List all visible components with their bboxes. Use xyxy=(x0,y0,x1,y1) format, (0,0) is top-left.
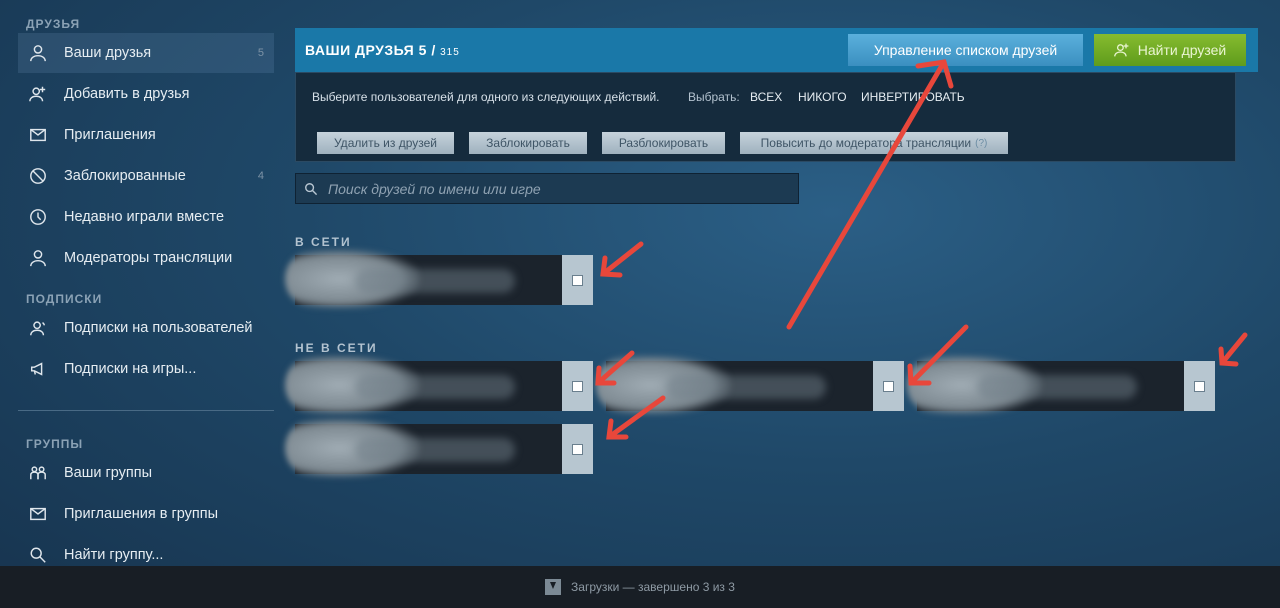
count-slash: / xyxy=(431,42,436,58)
select-label: Выбрать: xyxy=(688,90,740,104)
blurred-name xyxy=(977,375,1137,399)
downloads-bar[interactable]: Загрузки — завершено 3 из 3 xyxy=(0,566,1280,608)
person-icon xyxy=(28,43,48,63)
friend-select-checkbox[interactable] xyxy=(883,380,894,392)
offline-group-title: НЕ В СЕТИ xyxy=(295,341,378,355)
manage-actions-panel: Выберите пользователей для одного из сле… xyxy=(295,72,1236,162)
sidebar-item-label: Ваши группы xyxy=(64,465,153,481)
add-person-icon xyxy=(28,84,48,104)
sidebar-item-group-invites[interactable]: Приглашения в группы xyxy=(18,494,274,534)
friends-section-title: ДРУЗЬЯ xyxy=(26,17,81,31)
friends-header: ВАШИ ДРУЗЬЯ 5 / 315 Управление списком д… xyxy=(295,28,1258,72)
envelope-icon xyxy=(28,504,48,524)
sidebar-item-label: Приглашения xyxy=(64,127,156,143)
friend-tile[interactable] xyxy=(285,418,593,478)
block-button[interactable]: Заблокировать xyxy=(469,132,587,154)
find-friends-label: Найти друзей xyxy=(1137,42,1227,58)
sidebar-item-label: Модераторы трансляции xyxy=(64,250,233,266)
sidebar-item-invites[interactable]: Приглашения xyxy=(18,115,274,155)
blurred-name xyxy=(355,269,515,293)
sidebar-item-your-groups[interactable]: Ваши группы xyxy=(18,453,274,493)
friend-select-checkbox[interactable] xyxy=(572,443,583,455)
arrow-head xyxy=(606,418,629,440)
friend-tile[interactable] xyxy=(285,249,593,309)
unblock-button[interactable]: Разблокировать xyxy=(602,132,725,154)
sidebar-item-user-subs[interactable]: Подписки на пользователей xyxy=(18,308,274,348)
friend-select-checkbox[interactable] xyxy=(1194,380,1205,392)
sidebar: ДРУЗЬЯ Ваши друзья 5 Добавить в друзья П… xyxy=(0,0,276,566)
person-follow-icon xyxy=(28,318,48,338)
friend-tile[interactable] xyxy=(596,355,904,415)
sidebar-item-label: Приглашения в группы xyxy=(64,506,219,522)
sidebar-item-blocked[interactable]: Заблокированные 4 xyxy=(18,156,274,196)
find-friends-button[interactable]: Найти друзей xyxy=(1094,34,1246,66)
friend-select-area xyxy=(1184,361,1215,411)
envelope-icon xyxy=(28,125,48,145)
blurred-name xyxy=(355,438,515,462)
sidebar-item-recently-played[interactable]: Недавно играли вместе xyxy=(18,197,274,237)
friend-search-input[interactable] xyxy=(326,179,790,198)
select-invert-link[interactable]: ИНВЕРТИРОВАТЬ xyxy=(861,90,965,104)
sidebar-item-add-friend[interactable]: Добавить в друзья xyxy=(18,74,274,114)
sidebar-item-broadcast-moderators[interactable]: Модераторы трансляции xyxy=(18,238,274,278)
friend-search-box xyxy=(295,173,799,204)
downloads-status: Загрузки — завершено 3 из 3 xyxy=(571,580,735,594)
friend-select-area xyxy=(562,424,593,474)
online-group-title: В СЕТИ xyxy=(295,235,352,249)
arrow-head xyxy=(1218,346,1239,367)
search-icon xyxy=(28,545,48,565)
download-icon xyxy=(545,579,562,595)
blurred-name xyxy=(666,375,826,399)
arrow-head xyxy=(600,255,623,278)
megaphone-icon xyxy=(28,359,48,379)
select-all-link[interactable]: ВСЕХ xyxy=(750,90,782,104)
actions-hint: Выберите пользователей для одного из сле… xyxy=(312,90,660,104)
sidebar-item-game-subs[interactable]: Подписки на игры... xyxy=(18,349,274,389)
sidebar-item-label: Недавно играли вместе xyxy=(64,209,225,225)
help-icon[interactable]: (?) xyxy=(975,138,987,149)
sidebar-item-label: Ваши друзья xyxy=(64,45,152,61)
friend-tile[interactable] xyxy=(285,355,593,415)
manage-friends-list-button[interactable]: Управление списком друзей xyxy=(848,34,1083,66)
blocked-count: 4 xyxy=(257,170,264,182)
clock-icon xyxy=(28,207,48,227)
friend-select-checkbox[interactable] xyxy=(572,380,583,392)
friends-count: 5 xyxy=(257,47,264,59)
friend-tile[interactable] xyxy=(907,355,1215,415)
promote-label: Повысить до модератора трансляции xyxy=(760,136,972,150)
person-icon xyxy=(28,248,48,268)
sidebar-item-label: Найти группу... xyxy=(64,547,164,563)
sidebar-item-label: Подписки на пользователей xyxy=(64,320,253,336)
sidebar-item-your-friends[interactable]: Ваши друзья 5 xyxy=(18,33,274,73)
friend-select-area xyxy=(562,361,593,411)
group-icon xyxy=(28,463,48,483)
friend-count: 5 xyxy=(418,42,427,58)
sidebar-item-label: Добавить в друзья xyxy=(64,86,190,102)
title-text: ВАШИ ДРУЗЬЯ xyxy=(305,42,415,58)
sidebar-item-label: Заблокированные xyxy=(64,168,186,184)
groups-section-title: ГРУППЫ xyxy=(26,437,84,451)
subs-section-title: ПОДПИСКИ xyxy=(26,292,103,306)
blocked-icon xyxy=(28,166,48,186)
friend-select-area xyxy=(873,361,904,411)
remove-friend-button[interactable]: Удалить из друзей xyxy=(317,132,454,154)
page-title: ВАШИ ДРУЗЬЯ 5 / 315 xyxy=(305,42,460,58)
friend-limit: 315 xyxy=(440,47,460,58)
blurred-name xyxy=(355,375,515,399)
arrow-to-checkbox xyxy=(600,241,644,277)
add-person-icon xyxy=(1113,43,1129,57)
friend-select-area xyxy=(562,255,593,305)
friend-select-checkbox[interactable] xyxy=(572,274,583,286)
sidebar-item-label: Подписки на игры... xyxy=(64,361,197,377)
sidebar-divider xyxy=(18,410,274,411)
arrow-to-checkbox xyxy=(1219,332,1248,366)
promote-moderator-button[interactable]: Повысить до модератора трансляции (?) xyxy=(740,132,1008,154)
search-icon xyxy=(305,182,318,195)
select-none-link[interactable]: НИКОГО xyxy=(798,90,847,104)
